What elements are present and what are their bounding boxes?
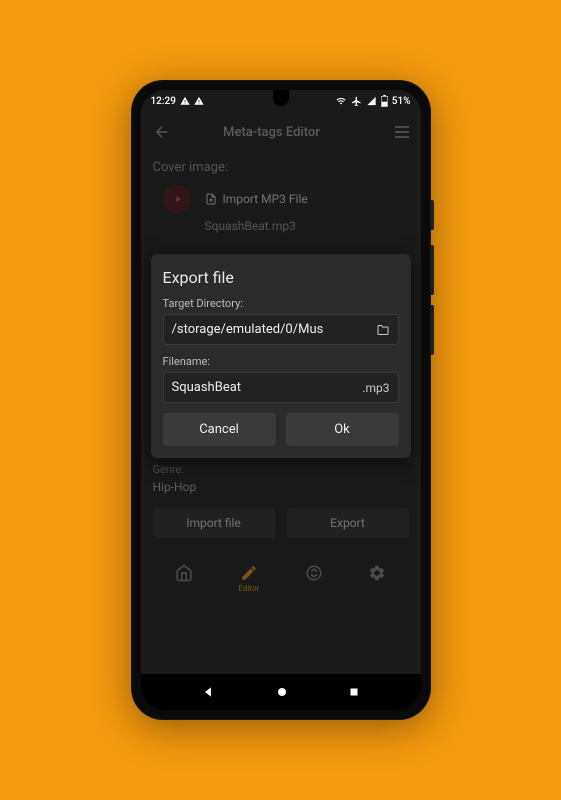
target-dir-label: Target Directory: <box>163 297 399 310</box>
wifi-icon <box>335 96 347 106</box>
filename-ext: .mp3 <box>362 381 389 395</box>
import-file-button[interactable]: Import file <box>153 508 275 538</box>
file-import-icon <box>205 192 217 206</box>
warning-icon <box>180 96 190 106</box>
import-mp3-button[interactable]: Import MP3 File <box>205 192 308 206</box>
export-dialog: Export file Target Directory: /storage/e… <box>151 254 411 458</box>
target-dir-field[interactable]: /storage/emulated/0/Mus <box>163 314 399 345</box>
filename-label: Filename: <box>163 355 399 368</box>
nav-editor-label: Editor <box>238 584 259 593</box>
nav-editor[interactable]: Editor <box>238 564 259 593</box>
status-battery: 51% <box>392 96 411 107</box>
ok-button[interactable]: Ok <box>286 413 399 446</box>
battery-icon <box>381 95 388 107</box>
filename-value: SquashBeat <box>172 380 359 395</box>
nav-settings[interactable] <box>368 564 386 582</box>
play-icon <box>173 194 183 204</box>
target-dir-value: /storage/emulated/0/Mus <box>172 322 376 337</box>
side-button <box>431 200 434 230</box>
page-title: Meta-tags Editor <box>157 125 387 140</box>
side-button <box>431 305 434 355</box>
status-time: 12:29 <box>151 96 176 107</box>
import-mp3-label: Import MP3 File <box>223 192 308 206</box>
airplane-icon <box>351 96 362 107</box>
menu-icon[interactable] <box>395 126 409 138</box>
nav-home[interactable] <box>175 564 193 582</box>
android-back-icon[interactable] <box>201 685 215 699</box>
phone-frame: 12:29 51% Meta-tags Editor Cover i <box>131 80 431 720</box>
notch <box>273 90 289 106</box>
dialog-title: Export file <box>163 268 399 287</box>
android-nav <box>141 674 421 710</box>
genre-value: Hip-Hop <box>153 480 409 494</box>
gear-icon <box>368 564 386 582</box>
cancel-button[interactable]: Cancel <box>163 413 276 446</box>
android-recents-icon[interactable] <box>348 686 360 698</box>
genre-label: Genre: <box>153 463 409 476</box>
cover-section-label: Cover image: <box>153 160 409 175</box>
side-button <box>431 245 434 295</box>
filename-field[interactable]: SquashBeat .mp3 <box>163 372 399 403</box>
android-home-icon[interactable] <box>276 686 288 698</box>
nav-swap[interactable] <box>305 564 323 582</box>
signal-icon <box>366 96 377 106</box>
folder-icon[interactable] <box>376 324 390 336</box>
export-button[interactable]: Export <box>287 508 409 538</box>
current-filename: SquashBeat.mp3 <box>205 219 409 233</box>
home-icon <box>175 564 193 582</box>
play-button[interactable] <box>163 185 191 213</box>
screen: 12:29 51% Meta-tags Editor Cover i <box>141 90 421 710</box>
warning-icon <box>194 96 204 106</box>
swap-icon <box>305 564 323 582</box>
pencil-icon <box>240 564 258 582</box>
